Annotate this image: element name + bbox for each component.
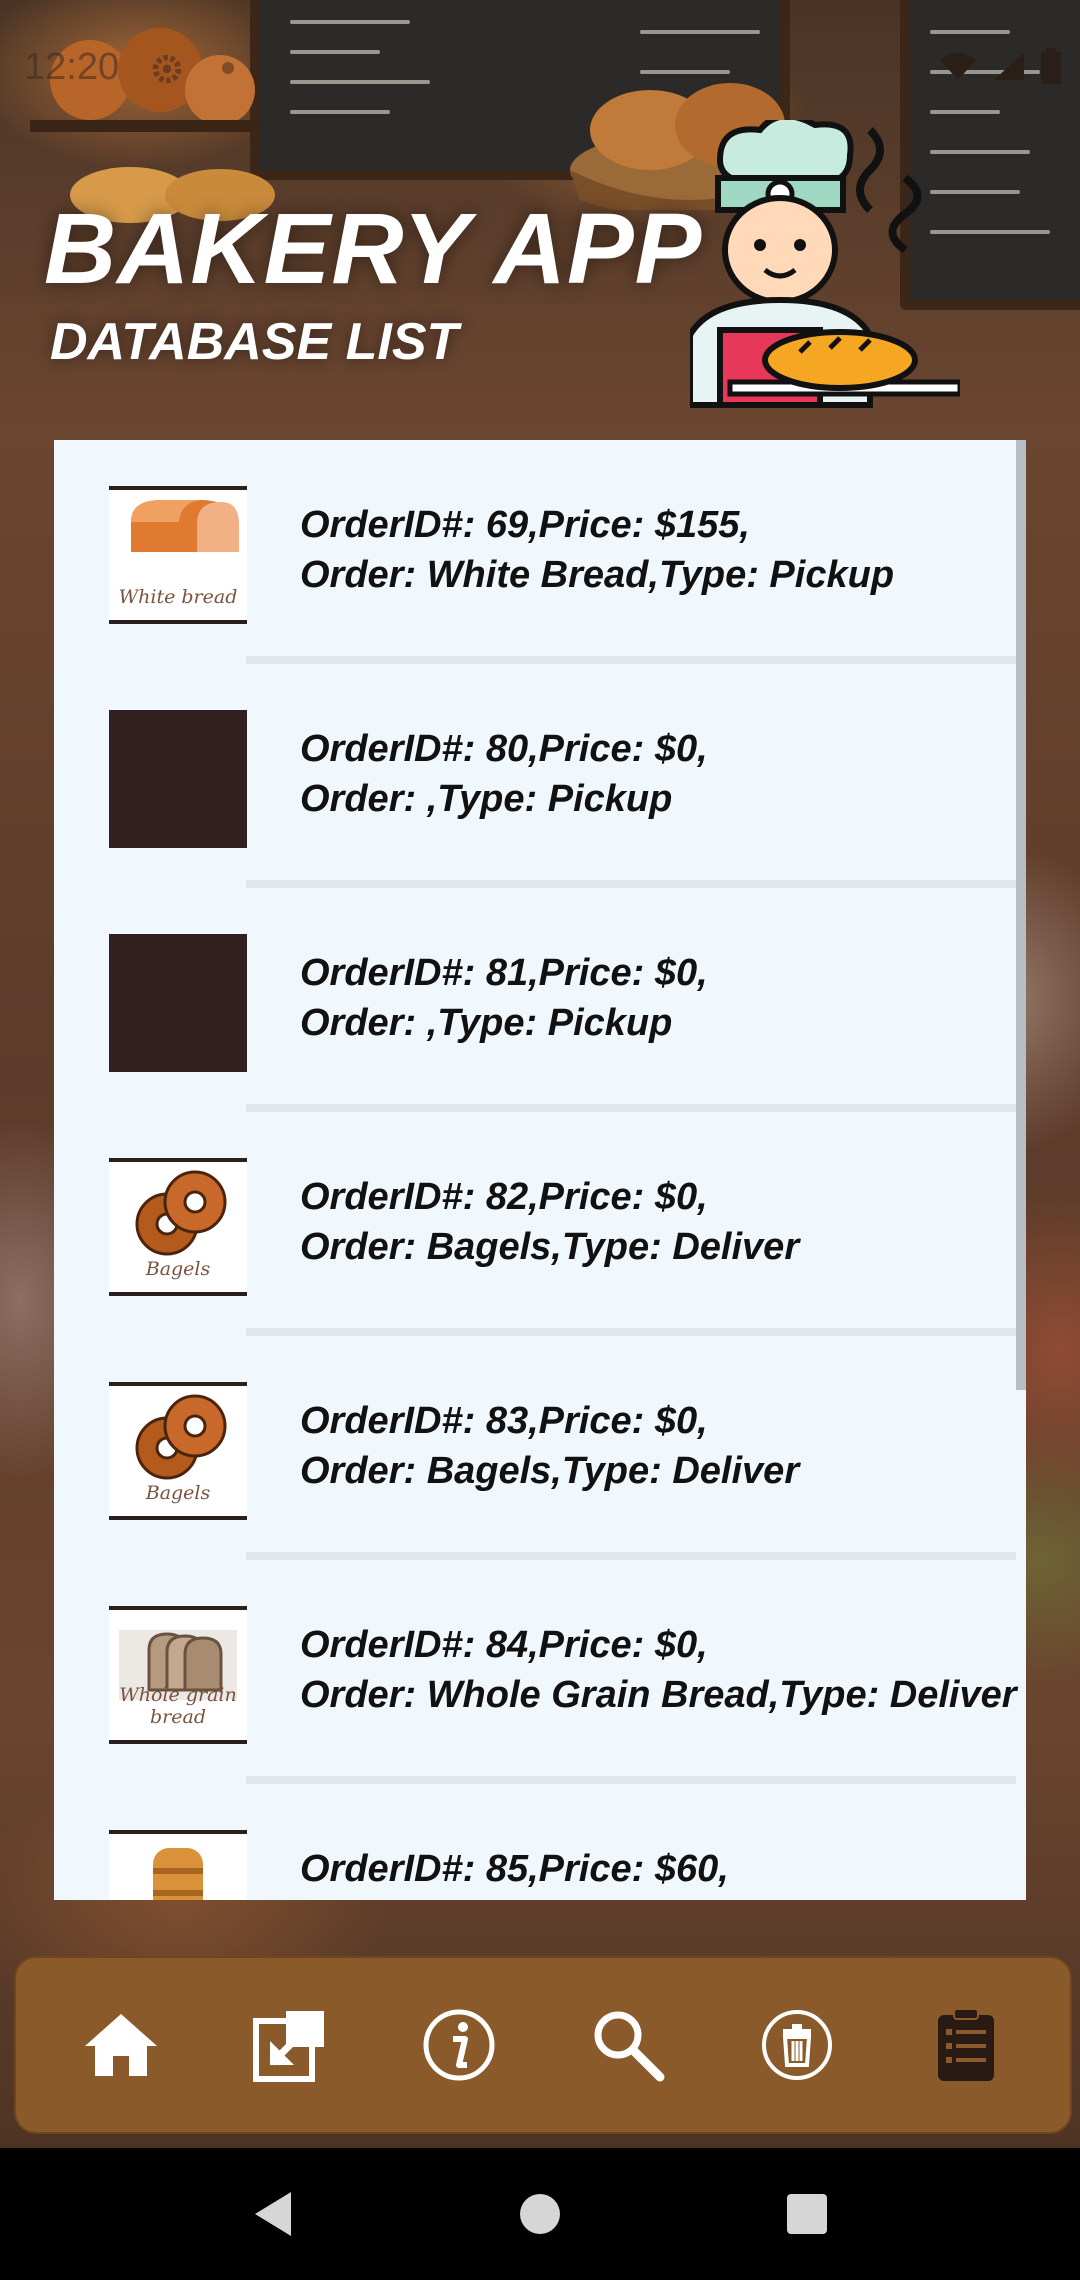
whole-grain-bread-icon: Whole grain bread <box>109 1606 247 1744</box>
order-line2: Order: ,Type: Pickup <box>300 1002 673 1044</box>
list-item[interactable]: Bagels OrderID#: 83,Price: $0, Order: Ba… <box>54 1336 1016 1560</box>
order-text: OrderID#: 82,Price: $0, Order: Bagels,Ty… <box>300 1172 799 1272</box>
divider <box>246 1328 1016 1336</box>
home-icon <box>84 2014 157 2076</box>
order-text: OrderID#: 69,Price: $155, Order: White B… <box>300 500 894 600</box>
order-list[interactable]: White bread OrderID#: 69,Price: $155, Or… <box>54 440 1026 1900</box>
list-item[interactable]: OrderID#: 85,Price: $60, <box>54 1784 1016 1900</box>
open-external-button[interactable] <box>235 1990 345 2100</box>
signal-icon <box>994 52 1024 80</box>
thumb-caption: Bagels <box>145 1482 211 1504</box>
status-bar: 12:20 <box>0 0 1080 130</box>
battery-icon <box>1041 48 1061 84</box>
home-button[interactable] <box>66 1990 176 2100</box>
order-text: OrderID#: 85,Price: $60, <box>300 1844 729 1894</box>
app-title: BAKERY APP <box>44 193 703 305</box>
order-line1: OrderID#: 69,Price: $155, <box>300 504 750 546</box>
delete-icon <box>761 2010 832 2080</box>
thumb-caption: Bagels <box>145 1258 211 1280</box>
thumb-caption: Whole grain bread <box>119 1684 237 1728</box>
delete-button[interactable] <box>742 1990 852 2100</box>
bottom-navigation <box>14 1956 1072 2134</box>
list-item[interactable]: OrderID#: 80,Price: $0, Order: ,Type: Pi… <box>54 664 1016 888</box>
order-line2: Order: White Bread,Type: Pickup <box>300 554 895 596</box>
divider <box>246 656 1016 664</box>
bread-loaf-icon <box>109 1830 247 1900</box>
info-icon <box>423 2009 494 2081</box>
system-navigation-bar <box>0 2148 1080 2280</box>
order-text: OrderID#: 84,Price: $0, Order: Whole Gra… <box>300 1620 1017 1720</box>
order-line2: Order: ,Type: Pickup <box>300 778 673 820</box>
page-subtitle: DATABASE LIST <box>50 313 459 371</box>
open-external-icon <box>252 2011 324 2082</box>
list-button[interactable] <box>911 1990 1021 2100</box>
wifi-icon <box>940 53 976 80</box>
home-circle-icon[interactable] <box>518 2192 562 2236</box>
chef-with-bread-icon <box>690 120 960 408</box>
search-button[interactable] <box>573 1990 683 2100</box>
order-line1: OrderID#: 80,Price: $0, <box>300 728 708 770</box>
order-line1: OrderID#: 83,Price: $0, <box>300 1400 708 1442</box>
list-item[interactable]: Bagels OrderID#: 82,Price: $0, Order: Ba… <box>54 1112 1016 1336</box>
list-item[interactable]: Whole grain bread OrderID#: 84,Price: $0… <box>54 1560 1017 1784</box>
divider <box>246 1776 1016 1784</box>
list-item[interactable]: OrderID#: 81,Price: $0, Order: ,Type: Pi… <box>54 888 1016 1112</box>
info-button[interactable] <box>404 1990 514 2100</box>
back-icon[interactable] <box>251 2190 295 2238</box>
divider <box>246 880 1016 888</box>
order-line2: Order: Bagels,Type: Deliver <box>300 1226 800 1268</box>
order-text: OrderID#: 81,Price: $0, Order: ,Type: Pi… <box>300 948 708 1048</box>
order-text: OrderID#: 83,Price: $0, Order: Bagels,Ty… <box>300 1396 799 1496</box>
thumb-caption: White bread <box>118 586 238 608</box>
empty-thumbnail <box>109 710 247 848</box>
order-line2: Order: Whole Grain Bread,Type: Deliver <box>300 1674 1017 1716</box>
divider <box>246 1552 1016 1560</box>
list-scrollbar[interactable] <box>1016 440 1026 1390</box>
white-bread-icon: White bread <box>109 486 247 624</box>
empty-thumbnail <box>109 934 247 1072</box>
bagels-icon: Bagels <box>109 1382 247 1520</box>
search-icon <box>594 2011 664 2082</box>
status-time: 12:20 <box>24 46 120 88</box>
order-line1: OrderID#: 85,Price: $60, <box>300 1848 729 1890</box>
order-line2: Order: Bagels,Type: Deliver <box>300 1450 800 1492</box>
order-line1: OrderID#: 81,Price: $0, <box>300 952 708 994</box>
bagels-icon: Bagels <box>109 1158 247 1296</box>
order-line1: OrderID#: 84,Price: $0, <box>300 1624 708 1666</box>
order-text: OrderID#: 80,Price: $0, Order: ,Type: Pi… <box>300 724 708 824</box>
recents-icon[interactable] <box>785 2192 829 2236</box>
dot-icon <box>222 62 234 74</box>
order-line1: OrderID#: 82,Price: $0, <box>300 1176 708 1218</box>
list-icon <box>937 2008 994 2081</box>
divider <box>246 1104 1016 1112</box>
settings-icon <box>152 54 182 84</box>
list-item[interactable]: White bread OrderID#: 69,Price: $155, Or… <box>54 440 1016 664</box>
